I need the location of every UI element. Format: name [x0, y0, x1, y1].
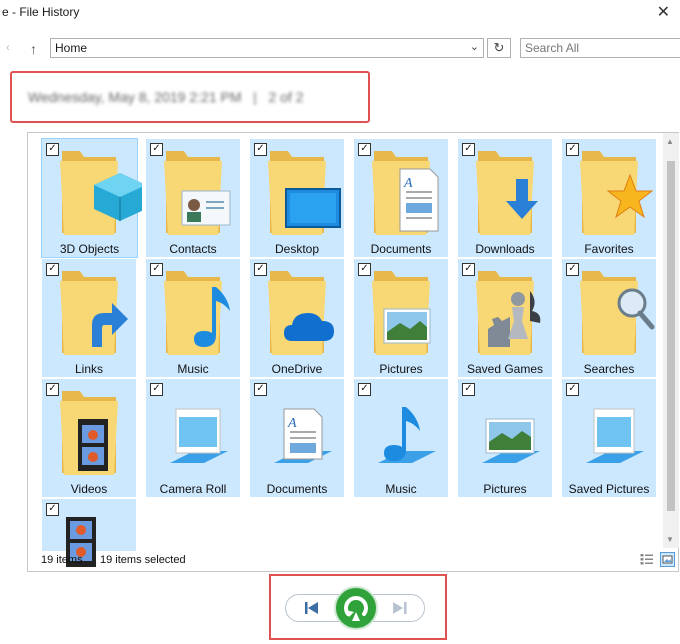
checkbox[interactable]: ✓	[358, 383, 371, 396]
checkbox[interactable]: ✓	[254, 263, 267, 276]
checkbox[interactable]: ✓	[462, 143, 475, 156]
file-item[interactable]: ✓ Favorites	[562, 139, 656, 257]
search-input[interactable]: Search All	[520, 38, 680, 58]
file-item[interactable]: ✓ Pictures	[354, 259, 448, 377]
checkbox[interactable]: ✓	[358, 263, 371, 276]
back-arrow-icon[interactable]: ‹	[6, 42, 10, 54]
close-icon[interactable]: ✕	[657, 2, 670, 22]
file-item-label: 3D Objects	[59, 242, 120, 256]
refresh-button[interactable]: ↻	[487, 38, 511, 58]
item-count: 19 items	[41, 554, 83, 566]
file-item-label: Documents	[370, 242, 432, 256]
file-item-label: Downloads	[475, 242, 535, 256]
file-item[interactable]: ✓	[42, 499, 136, 567]
checkbox[interactable]: ✓	[566, 143, 579, 156]
vertical-scrollbar[interactable]: ▲ ▼	[663, 133, 679, 548]
snapshot-position: 2 of 2	[268, 89, 304, 105]
file-item-label: Saved Games	[466, 362, 544, 376]
file-item[interactable]: ✓ Links	[42, 259, 136, 377]
file-item-label: Music	[177, 362, 209, 376]
checkbox[interactable]: ✓	[46, 143, 59, 156]
file-item[interactable]: ✓ Camera Roll	[146, 379, 240, 497]
file-item[interactable]: ✓ Music	[354, 379, 448, 497]
file-item[interactable]: ✓ Music	[146, 259, 240, 377]
large-icons-view-icon[interactable]	[660, 552, 675, 567]
file-item-label: Links	[74, 362, 103, 376]
checkbox[interactable]: ✓	[254, 383, 267, 396]
file-item[interactable]: ✓ Downloads	[458, 139, 552, 257]
checkbox[interactable]: ✓	[46, 383, 59, 396]
selection-count: 19 items selected	[100, 554, 186, 566]
checkbox[interactable]: ✓	[46, 263, 59, 276]
checkbox[interactable]: ✓	[566, 263, 579, 276]
address-text: Home	[55, 41, 88, 55]
file-item-label: Favorites	[584, 242, 634, 256]
next-version-button[interactable]	[380, 596, 420, 620]
snapshot-date: Wednesday, May 8, 2019 2:21 PM | 2 of 2	[28, 89, 304, 105]
up-arrow-icon[interactable]: ↑	[30, 41, 37, 57]
checkbox[interactable]: ✓	[254, 143, 267, 156]
file-item[interactable]: ✓ Videos	[42, 379, 136, 497]
previous-version-button[interactable]	[291, 596, 331, 620]
file-item[interactable]: ✓ 3D Objects	[41, 138, 142, 258]
file-item[interactable]: ✓ Saved Games	[458, 259, 552, 377]
checkbox[interactable]: ✓	[150, 383, 163, 396]
file-item-label: Music	[385, 482, 417, 496]
skip-previous-icon	[305, 602, 318, 614]
file-item[interactable]: ✓ Desktop	[250, 139, 344, 257]
file-item[interactable]: ✓ Saved Pictures	[562, 379, 656, 497]
snapshot-separator: |	[253, 89, 257, 105]
file-item[interactable]: ✓ Pictures	[458, 379, 552, 497]
file-list-panel: ✓ 3D Objects ✓ Contacts ✓ Desktop A ✓ Documents ✓…	[27, 132, 679, 572]
svg-text:A: A	[403, 176, 413, 191]
window-title: e - File History	[2, 5, 80, 19]
chevron-down-icon[interactable]: ⌄	[470, 40, 479, 53]
file-item-label: Documents	[266, 482, 328, 496]
file-item-label: Camera Roll	[159, 482, 227, 496]
refresh-icon: ↻	[493, 40, 505, 55]
address-bar[interactable]: Home ⌄	[50, 38, 484, 58]
file-item-label: Pictures	[379, 362, 423, 376]
checkbox[interactable]: ✓	[462, 383, 475, 396]
snapshot-datetime: Wednesday, May 8, 2019 2:21 PM	[28, 89, 242, 105]
file-item[interactable]: A ✓ Documents	[354, 139, 448, 257]
title-bar: e - File History ✕	[0, 0, 680, 24]
checkbox[interactable]: ✓	[566, 383, 579, 396]
snapshot-date-highlight: Wednesday, May 8, 2019 2:21 PM | 2 of 2	[10, 71, 370, 123]
checkbox[interactable]: ✓	[462, 263, 475, 276]
file-item[interactable]: A ✓ Documents	[250, 379, 344, 497]
file-item-label: Saved Pictures	[568, 482, 650, 496]
file-item[interactable]: ✓ Searches	[562, 259, 656, 377]
checkbox[interactable]: ✓	[358, 143, 371, 156]
file-item-label: OneDrive	[271, 362, 323, 376]
svg-text:A: A	[287, 416, 297, 431]
file-item-label: Desktop	[274, 242, 320, 256]
scroll-down-icon[interactable]: ▼	[666, 535, 674, 544]
file-item-label: Searches	[583, 362, 635, 376]
scrollbar-thumb[interactable]	[667, 161, 675, 511]
skip-next-icon	[393, 602, 407, 614]
scroll-up-icon[interactable]: ▲	[666, 137, 674, 146]
file-item[interactable]: ✓ Contacts	[146, 139, 240, 257]
restore-button[interactable]	[334, 586, 378, 630]
details-view-icon[interactable]	[640, 553, 653, 566]
checkbox[interactable]: ✓	[150, 143, 163, 156]
file-item-label: Contacts	[169, 242, 217, 256]
file-item-label: Pictures	[483, 482, 527, 496]
file-item[interactable]: ✓ OneDrive	[250, 259, 344, 377]
restore-icon	[344, 596, 368, 621]
file-item-label: Videos	[70, 482, 108, 496]
checkbox[interactable]: ✓	[150, 263, 163, 276]
checkbox[interactable]: ✓	[46, 503, 59, 516]
